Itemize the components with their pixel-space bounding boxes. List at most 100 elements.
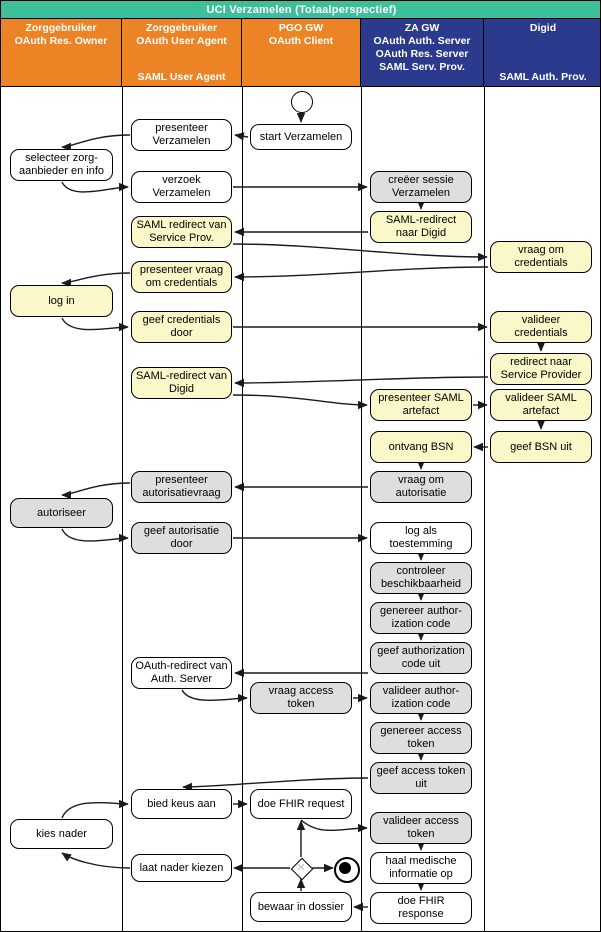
node-vraag-om-credentials-label: vraag om credentials	[514, 244, 568, 269]
lane-zorggebruiker-res-owner[interactable]: Zorggebruiker OAuth Res. Owner	[1, 19, 122, 87]
lane-zorggebruiker-user-agent[interactable]: Zorggebruiker OAuth User Agent SAML User A…	[122, 19, 242, 87]
decision-x-glyph: ✕	[296, 862, 306, 874]
node-genereer-access-token-label: genereer access token	[380, 725, 462, 750]
node-log-in[interactable]: log in	[10, 285, 113, 317]
node-valideer-credentials-label: valideer credentials	[514, 314, 568, 339]
node-geef-credentials-door-label: geef credentials door	[142, 314, 221, 339]
node-kies-nader-label: kies nader	[36, 827, 87, 840]
lane-pgo-gw[interactable]: PGO GW OAuth Client	[242, 19, 361, 87]
node-geef-autorisatie-door[interactable]: geef autorisatie door	[131, 522, 232, 554]
node-verzoek-verzamelen[interactable]: verzoek Verzamelen	[131, 171, 232, 203]
node-presenteer-saml-artefact[interactable]: presenteer SAML artefact	[370, 389, 472, 421]
node-doe-fhir-response[interactable]: doe FHIR response	[370, 892, 472, 924]
lane-divider-3	[361, 87, 362, 931]
node-log-in-label: log in	[48, 294, 75, 307]
node-redirect-naar-service-provider[interactable]: redirect naar Service Provider	[490, 353, 592, 385]
node-laat-nader-kiezen-label: laat nader kiezen	[139, 861, 224, 874]
lane-digid-spacer	[486, 35, 600, 71]
node-saml-redirect-naar-digid-label: SAML-redirect naar Digid	[385, 214, 457, 239]
lane-divider-4	[484, 87, 485, 931]
node-presenteer-verzamelen-label: presenteer Verzamelen	[152, 122, 211, 147]
node-geef-bsn-uit-label: geef BSN uit	[510, 440, 572, 453]
node-geef-credentials-door[interactable]: geef credentials door	[131, 311, 232, 343]
node-presenteer-vraag-om-credentials[interactable]: presenteer vraag om credentials	[131, 261, 232, 293]
lane-zorggebruiker-user-agent-line-0: Zorggebruiker	[145, 22, 218, 34]
activity-diagram: UCI Verzamelen (Totaalperspectief) Zorgg…	[0, 0, 601, 932]
lane-divider-2	[242, 87, 243, 931]
node-valideer-access-token-label: valideer access token	[383, 815, 459, 840]
node-log-als-toestemming[interactable]: log als toestemming	[370, 522, 472, 554]
lane-zorggebruiker-user-agent-extra-0: SAML User Agent	[137, 71, 226, 83]
node-log-als-toestemming-label: log als toestemming	[389, 525, 453, 550]
node-genereer-authorization-code[interactable]: genereer author-ization code	[370, 602, 472, 634]
lane-zorggebruiker-user-agent-line-1: OAuth User Agent	[136, 35, 227, 47]
node-controleer-beschikbaarheid[interactable]: controleer beschikbaarheid	[370, 562, 472, 594]
node-haal-medische-informatie-op[interactable]: haal medische informatie op	[370, 852, 472, 884]
node-geef-authorization-code-uit[interactable]: geef authorization code uit	[370, 642, 472, 674]
node-genereer-access-token[interactable]: genereer access token	[370, 722, 472, 754]
node-bewaar-in-dossier-label: bewaar in dossier	[257, 900, 345, 913]
lane-digid[interactable]: Digid SAML Auth. Prov.	[484, 19, 600, 87]
node-geef-bsn-uit[interactable]: geef BSN uit	[490, 431, 592, 463]
node-bied-keus-aan-label: bied keus aan	[147, 797, 216, 810]
node-creeer-sessie-verzamelen-label: creëer sessie Verzamelen	[388, 174, 454, 199]
node-redirect-naar-service-provider-label: redirect naar Service Provider	[500, 356, 582, 381]
node-valideer-credentials[interactable]: valideer credentials	[490, 311, 592, 343]
node-start-verzamelen[interactable]: start Verzamelen	[250, 124, 352, 150]
lane-pgo-gw-line-0: PGO GW	[278, 22, 324, 34]
lane-pgo-gw-line-1: OAuth Client	[268, 35, 334, 47]
node-oauth-redirect-van-auth-server[interactable]: OAuth-redirect van Auth. Server	[131, 657, 232, 689]
node-bewaar-in-dossier[interactable]: bewaar in dossier	[250, 892, 352, 922]
lane-digid-extra-0: SAML Auth. Prov.	[499, 71, 587, 83]
lane-za-gw[interactable]: ZA GW OAuth Auth. Server OAuth Res. Server…	[361, 19, 484, 87]
node-vraag-om-autorisatie-label: vraag om autorisatie	[395, 474, 447, 499]
node-saml-redirect-van-service-prov[interactable]: SAML redirect van Service Prov.	[131, 216, 232, 248]
node-doe-fhir-request[interactable]: doe FHIR request	[250, 789, 352, 819]
node-valideer-access-token[interactable]: valideer access token	[370, 812, 472, 844]
node-presenteer-verzamelen[interactable]: presenteer Verzamelen	[131, 119, 232, 151]
node-creeer-sessie-verzamelen[interactable]: creëer sessie Verzamelen	[370, 171, 472, 203]
node-oauth-redirect-van-auth-server-label: OAuth-redirect van Auth. Server	[135, 660, 228, 685]
node-presenteer-vraag-om-credentials-label: presenteer vraag om credentials	[139, 264, 224, 289]
node-autoriseer-label: autoriseer	[37, 506, 86, 519]
node-selecteer-zorgaanbieder[interactable]: selecteer zorg-aanbieder en info	[10, 149, 113, 181]
node-geef-access-token-uit-label: geef access token uit	[376, 765, 466, 790]
node-ontvang-bsn-label: ontvang BSN	[388, 440, 454, 453]
node-bied-keus-aan[interactable]: bied keus aan	[131, 789, 232, 819]
node-saml-redirect-naar-digid[interactable]: SAML-redirect naar Digid	[370, 211, 472, 243]
node-autoriseer[interactable]: autoriseer	[10, 498, 113, 528]
node-geef-autorisatie-door-label: geef autorisatie door	[143, 525, 220, 550]
lane-za-gw-line-2: OAuth Res. Server	[375, 48, 469, 60]
lane-zorggebruiker-res-owner-line-1: OAuth Res. Owner	[14, 35, 108, 47]
lane-digid-line-0: Digid	[529, 22, 557, 34]
end-circle-icon	[334, 857, 360, 883]
lane-divider-1	[122, 87, 123, 931]
diagram-title: UCI Verzamelen (Totaalperspectief)	[1, 1, 600, 19]
swimlane-header-row: Zorggebruiker OAuth Res. Owner Zorggebruik…	[1, 19, 600, 87]
node-laat-nader-kiezen[interactable]: laat nader kiezen	[131, 854, 232, 882]
node-kies-nader[interactable]: kies nader	[10, 819, 113, 849]
node-haal-medische-informatie-op-label: haal medische informatie op	[385, 855, 457, 880]
node-geef-access-token-uit[interactable]: geef access token uit	[370, 762, 472, 794]
node-presenteer-saml-artefact-label: presenteer SAML artefact	[378, 392, 464, 417]
node-valideer-authorization-code[interactable]: valideer author-ization code	[370, 682, 472, 714]
node-genereer-authorization-code-label: genereer author-ization code	[380, 605, 462, 630]
node-vraag-om-credentials[interactable]: vraag om credentials	[490, 241, 592, 273]
node-doe-fhir-response-label: doe FHIR response	[397, 895, 445, 920]
node-saml-redirect-van-digid-label: SAML-redirect van Digid	[135, 370, 228, 395]
node-valideer-authorization-code-label: valideer author-ization code	[382, 685, 460, 710]
decision-diamond-icon: ✕	[290, 857, 314, 881]
node-presenteer-autorisatievraag-label: presenteer autorisatievraag	[142, 474, 221, 499]
node-ontvang-bsn[interactable]: ontvang BSN	[370, 431, 472, 463]
lane-za-gw-line-1: OAuth Auth. Server	[373, 35, 471, 47]
node-vraag-om-autorisatie[interactable]: vraag om autorisatie	[370, 471, 472, 503]
lane-zorggebruiker-res-owner-line-0: Zorggebruiker	[25, 22, 97, 34]
node-presenteer-autorisatievraag[interactable]: presenteer autorisatievraag	[131, 471, 232, 503]
node-doe-fhir-request-label: doe FHIR request	[257, 797, 345, 810]
node-verzoek-verzamelen-label: verzoek Verzamelen	[152, 174, 211, 199]
node-vraag-access-token[interactable]: vraag access token	[250, 682, 352, 714]
node-vraag-access-token-label: vraag access token	[268, 685, 334, 710]
node-saml-redirect-van-digid[interactable]: SAML-redirect van Digid	[131, 367, 232, 399]
node-geef-authorization-code-uit-label: geef authorization code uit	[377, 645, 465, 670]
node-valideer-saml-artefact[interactable]: valideer SAML artefact	[490, 389, 592, 421]
